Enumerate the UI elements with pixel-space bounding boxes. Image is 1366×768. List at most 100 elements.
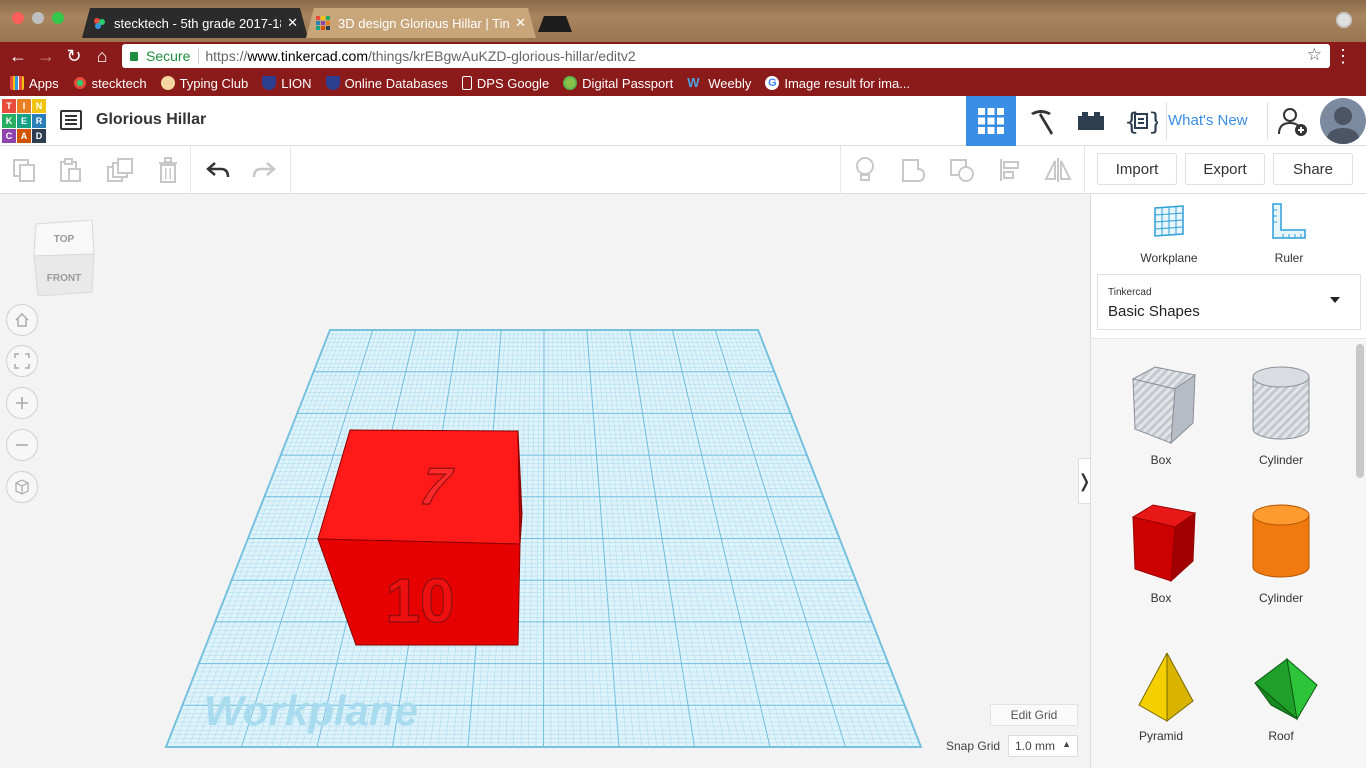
edit-grid-button[interactable]: Edit Grid xyxy=(990,704,1078,726)
shape-pyramid[interactable]: Pyramid xyxy=(1111,635,1211,765)
cube-front-number: 10 xyxy=(386,567,455,636)
delete-button[interactable] xyxy=(152,154,184,186)
import-button[interactable]: Import xyxy=(1097,153,1177,185)
snap-grid-value: 1.0 mm xyxy=(1015,739,1056,753)
collapse-panel-button[interactable]: ❭ xyxy=(1077,458,1090,504)
shape-box-hole[interactable]: Box xyxy=(1111,359,1211,489)
forward-arrow-icon[interactable]: → xyxy=(36,46,56,66)
workplane-tool[interactable]: Workplane xyxy=(1119,202,1219,266)
3d-view-button[interactable] xyxy=(966,96,1016,146)
new-tab-button[interactable] xyxy=(538,16,572,32)
workplane-grid[interactable]: Workplane 7 10 xyxy=(0,194,1090,768)
ungroup-icon xyxy=(950,159,974,182)
bookmark-dps-google[interactable]: DPS Google xyxy=(461,76,549,91)
shape-cylinder-hole[interactable]: Cylinder xyxy=(1231,359,1331,489)
bookmark-label: Image result for ima... xyxy=(784,75,911,91)
google-icon: G xyxy=(765,76,780,90)
snap-grid-select[interactable]: 1.0 mm ▲ xyxy=(1008,735,1078,757)
mirror-icon xyxy=(1044,158,1072,182)
logo-letter: A xyxy=(17,129,31,143)
bookmark-stecktech[interactable]: stecktech xyxy=(72,76,147,91)
bookmark-digital-passport[interactable]: Digital Passport xyxy=(563,76,673,91)
home-icon[interactable]: ⌂ xyxy=(92,46,112,66)
share-button[interactable]: Share xyxy=(1273,153,1353,185)
reload-icon[interactable]: ↻ xyxy=(64,46,84,66)
copy-icon xyxy=(13,159,35,182)
shape-library-select[interactable]: Tinkercad Basic Shapes xyxy=(1097,274,1361,330)
ruler-tool[interactable]: Ruler xyxy=(1239,202,1339,266)
notes-button[interactable] xyxy=(849,154,881,186)
pickaxe-icon xyxy=(1031,110,1053,135)
red-cube-object[interactable]: 7 10 xyxy=(317,429,523,646)
browser-profile-icon[interactable] xyxy=(1336,12,1352,28)
group-button[interactable] xyxy=(898,154,930,186)
ungroup-button[interactable] xyxy=(946,154,978,186)
logo-letter: K xyxy=(2,114,16,128)
bookmark-apps[interactable]: Apps xyxy=(10,76,59,91)
tab-close-icon[interactable]: ✕ xyxy=(287,15,298,31)
logo-letter: N xyxy=(32,99,46,113)
url-path: /things/krEBgwAuKZD-glorious-hillar/edit… xyxy=(367,48,636,64)
toolbar-divider xyxy=(290,146,291,194)
shape-cylinder[interactable]: Cylinder xyxy=(1231,497,1331,627)
svg-text:{: { xyxy=(1124,108,1139,136)
duplicate-button[interactable] xyxy=(104,154,136,186)
chevron-right-icon: ❭ xyxy=(1077,471,1090,492)
codeblocks-button[interactable]: {} xyxy=(1116,96,1166,146)
zoom-window-button[interactable] xyxy=(52,12,64,24)
bookmark-online-databases[interactable]: Online Databases xyxy=(325,75,448,91)
snap-grid-label: Snap Grid xyxy=(946,739,1001,753)
group-icon xyxy=(902,159,926,182)
tinkercad-logo[interactable]: TIN KER CAD xyxy=(2,99,46,143)
design-list-icon[interactable] xyxy=(60,110,82,130)
bookmarks-bar: Apps stecktech Typing Club LION Online D… xyxy=(0,70,1366,96)
bookmark-image-result[interactable]: G Image result for ima... xyxy=(765,76,910,91)
back-arrow-icon[interactable]: ← xyxy=(8,46,28,66)
shape-label: Cylinder xyxy=(1258,453,1303,467)
shapes-scrollbar[interactable] xyxy=(1356,344,1364,478)
tab-close-icon[interactable]: ✕ xyxy=(515,15,526,31)
browser-tab-tinkercad[interactable]: 3D design Glorious Hillar | Tink ✕ xyxy=(306,8,536,38)
browser-menu-icon[interactable]: ⋮ xyxy=(1334,46,1352,66)
logo-letter: I xyxy=(17,99,31,113)
browser-tab-stecktech[interactable]: stecktech - 5th grade 2017-18 ✕ xyxy=(82,8,308,38)
databases-shield-icon xyxy=(325,76,340,90)
export-button[interactable]: Export xyxy=(1185,153,1265,185)
shape-label: Roof xyxy=(1268,729,1294,743)
user-avatar[interactable] xyxy=(1320,98,1366,144)
shape-roof[interactable]: Roof xyxy=(1231,635,1331,765)
box-icon xyxy=(1131,504,1197,583)
bookmark-label: Online Databases xyxy=(344,75,448,91)
bookmark-lion[interactable]: LION xyxy=(262,76,312,91)
blocks-button[interactable] xyxy=(1016,96,1066,146)
workplane-tool-label: Workplane xyxy=(1140,251,1198,265)
add-user-icon[interactable] xyxy=(1277,106,1309,136)
3d-canvas[interactable]: TOP FRONT Workplane 7 10 Edit Grid Snap … xyxy=(0,194,1090,768)
mirror-button[interactable] xyxy=(1042,154,1074,186)
design-title[interactable]: Glorious Hillar xyxy=(96,111,206,129)
minimize-window-button[interactable] xyxy=(32,12,44,24)
apps-grid-icon xyxy=(10,76,24,90)
undo-button[interactable] xyxy=(202,154,234,186)
align-button[interactable] xyxy=(994,154,1026,186)
globe-icon xyxy=(563,76,578,90)
bookmark-typing-club[interactable]: Typing Club xyxy=(160,76,248,91)
shape-box[interactable]: Box xyxy=(1111,497,1211,627)
bookmark-weebly[interactable]: W Weebly xyxy=(687,76,751,91)
logo-letter: C xyxy=(2,129,16,143)
weebly-icon: W xyxy=(687,75,700,90)
paste-button[interactable] xyxy=(55,154,87,186)
bricks-button[interactable] xyxy=(1066,96,1116,146)
address-bar-input[interactable]: Secure https://www.tinkercad.com/things/… xyxy=(122,44,1330,68)
whats-new-link[interactable]: What's New xyxy=(1168,112,1248,129)
bookmark-star-icon[interactable]: ☆ xyxy=(1307,45,1322,65)
roof-icon xyxy=(1254,657,1318,721)
ruler-tool-label: Ruler xyxy=(1274,251,1304,265)
copy-button[interactable] xyxy=(8,154,40,186)
trash-icon xyxy=(159,157,177,183)
tab-title: stecktech - 5th grade 2017-18 xyxy=(114,15,282,31)
redo-button[interactable] xyxy=(248,154,280,186)
close-window-button[interactable] xyxy=(12,12,24,24)
stecktech-icon xyxy=(72,76,87,90)
secure-indicator[interactable]: Secure xyxy=(130,48,190,64)
